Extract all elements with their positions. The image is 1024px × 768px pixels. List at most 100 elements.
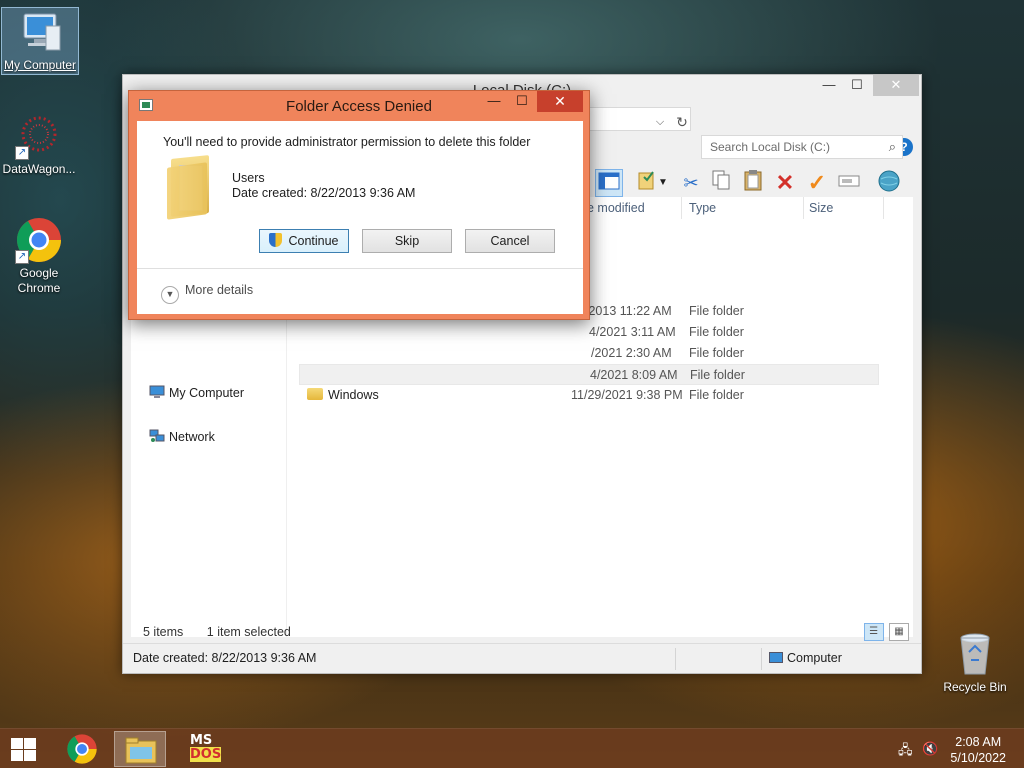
- delete-icon[interactable]: ✕: [771, 169, 799, 197]
- chrome-icon: ↗: [15, 216, 63, 264]
- dropdown-arrow-icon[interactable]: ▼: [655, 169, 671, 197]
- paste-icon[interactable]: [739, 169, 767, 197]
- taskbar-chrome[interactable]: [56, 731, 108, 767]
- column-separator[interactable]: [681, 197, 682, 219]
- checkmark-icon[interactable]: ✓: [803, 169, 831, 197]
- taskbar-msdos[interactable]: MS DOS: [178, 731, 230, 767]
- search-input[interactable]: Search Local Disk (C:) ⌕: [701, 135, 903, 159]
- row-type: File folder: [690, 368, 745, 382]
- large-icons-view-icon[interactable]: ▦: [889, 623, 909, 641]
- cut-icon[interactable]: ✂: [677, 169, 705, 197]
- desktop-icon-label: DataWagon...: [2, 162, 76, 176]
- details-location: Computer: [769, 651, 842, 665]
- details-view-icon[interactable]: ☰: [863, 623, 884, 641]
- preview-pane-icon[interactable]: [595, 169, 623, 197]
- row-type: File folder: [689, 325, 744, 339]
- divider: [137, 268, 583, 269]
- computer-icon: [149, 385, 165, 399]
- details-date-created: Date created: 8/22/2013 9:36 AM: [133, 651, 317, 665]
- folder-icon: [307, 388, 323, 400]
- rename-icon[interactable]: [835, 169, 863, 197]
- desktop-icon-google-chrome[interactable]: ↗ Google Chrome: [0, 216, 78, 296]
- search-icon[interactable]: ⌕: [889, 139, 896, 155]
- more-details-label: More details: [185, 283, 254, 297]
- row-name-text: Windows: [328, 388, 379, 402]
- desktop-icon-my-computer[interactable]: My Computer: [1, 7, 79, 75]
- row-date: 4/2021 8:09 AM: [590, 368, 678, 382]
- close-button[interactable]: ✕: [873, 75, 919, 96]
- status-bar: 5 items 1 item selected: [143, 625, 291, 639]
- refresh-icon[interactable]: ↻: [672, 112, 692, 132]
- continue-label: Continue: [288, 234, 339, 248]
- computer-icon: [16, 8, 64, 56]
- details-location-label: Computer: [787, 651, 842, 665]
- desktop-icon-label: Google Chrome: [17, 266, 61, 295]
- start-button[interactable]: [8, 735, 40, 763]
- status-item-count: 5 items: [143, 625, 184, 639]
- cancel-button[interactable]: Cancel: [465, 229, 555, 253]
- table-row[interactable]: Windows 11/29/2021 9:38 PM File folder: [299, 385, 879, 406]
- column-header-size[interactable]: Size: [809, 201, 833, 215]
- column-separator[interactable]: [883, 197, 884, 219]
- maximize-button[interactable]: ☐: [843, 75, 871, 96]
- taskbar: MS DOS 🖧 🔇 2:08 AM 5/10/2022: [0, 728, 1024, 768]
- row-date: 4/2021 3:11 AM: [589, 325, 676, 339]
- clock-time: 2:08 AM: [955, 735, 1002, 749]
- table-row[interactable]: /2021 2:30 AM File folder: [299, 343, 879, 364]
- system-clock[interactable]: 2:08 AM 5/10/2022: [950, 734, 1006, 766]
- recycle-bin-icon: [951, 630, 999, 678]
- search-placeholder: Search Local Disk (C:): [710, 140, 831, 154]
- table-row-selected[interactable]: 4/2021 8:09 AM File folder: [299, 364, 879, 385]
- file-explorer-icon: [125, 737, 157, 764]
- row-type: File folder: [689, 388, 744, 402]
- continue-button[interactable]: Continue: [259, 229, 349, 253]
- dialog-message: You'll need to provide administrator per…: [163, 135, 531, 149]
- uac-shield-icon: [269, 233, 283, 247]
- network-tray-icon[interactable]: 🖧: [898, 741, 913, 763]
- globe-icon[interactable]: [875, 169, 903, 197]
- chevron-down-icon: ▼: [161, 286, 179, 304]
- skip-button[interactable]: Skip: [362, 229, 452, 253]
- datawagon-icon: ↗: [15, 112, 63, 160]
- minimize-button[interactable]: —: [815, 75, 843, 96]
- table-row[interactable]: 4/2021 3:11 AM File folder: [299, 322, 879, 343]
- row-date: /2013 11:22 AM: [585, 304, 672, 318]
- divider: [761, 648, 762, 670]
- column-header-type[interactable]: Type: [689, 201, 716, 215]
- chrome-icon: [67, 734, 97, 764]
- dialog-folder-date: Date created: 8/22/2013 9:36 AM: [232, 186, 416, 200]
- computer-icon: [769, 652, 783, 663]
- details-bar: Date created: 8/22/2013 9:36 AM Computer: [123, 643, 921, 673]
- view-switcher: ☰ ▦: [862, 623, 909, 641]
- row-date: /2021 2:30 AM: [591, 346, 672, 360]
- nav-item-my-computer[interactable]: My Computer: [149, 385, 244, 400]
- dialog-body: You'll need to provide administrator per…: [137, 121, 583, 314]
- column-header-date-modified[interactable]: e modified: [587, 201, 645, 215]
- dialog-maximize-button[interactable]: ☐: [509, 93, 535, 111]
- dialog-close-button[interactable]: ✕: [537, 91, 583, 112]
- chevron-down-icon[interactable]: ⌵: [652, 112, 668, 132]
- status-selected: 1 item selected: [206, 625, 291, 639]
- divider: [675, 648, 676, 670]
- msdos-icon: MS DOS: [190, 733, 222, 762]
- desktop-icon-recycle-bin[interactable]: Recycle Bin: [936, 630, 1014, 695]
- taskbar-file-explorer[interactable]: [114, 731, 166, 767]
- shortcut-arrow-icon: ↗: [15, 250, 29, 264]
- volume-muted-icon[interactable]: 🔇: [922, 741, 938, 757]
- folder-access-denied-dialog: Folder Access Denied — ☐ ✕ You'll need t…: [128, 90, 590, 320]
- row-type: File folder: [689, 304, 744, 318]
- more-details-toggle[interactable]: ▼ More details: [161, 283, 253, 304]
- dialog-minimize-button[interactable]: —: [481, 93, 507, 111]
- shortcut-arrow-icon: ↗: [15, 146, 29, 160]
- windows-logo-icon: [11, 738, 23, 749]
- row-name: Windows: [307, 388, 379, 402]
- row-type: File folder: [689, 346, 744, 360]
- toolbar: ▼ ✂ ✕ ✓: [591, 167, 921, 199]
- nav-item-network[interactable]: Network: [149, 429, 215, 444]
- desktop-icon-datawagon[interactable]: ↗ DataWagon...: [0, 112, 78, 177]
- column-separator[interactable]: [803, 197, 804, 219]
- row-date: 11/29/2021 9:38 PM: [571, 388, 683, 402]
- copy-icon[interactable]: [707, 169, 735, 197]
- dialog-folder-name: Users: [232, 171, 265, 185]
- desktop-icon-label: My Computer: [3, 58, 77, 72]
